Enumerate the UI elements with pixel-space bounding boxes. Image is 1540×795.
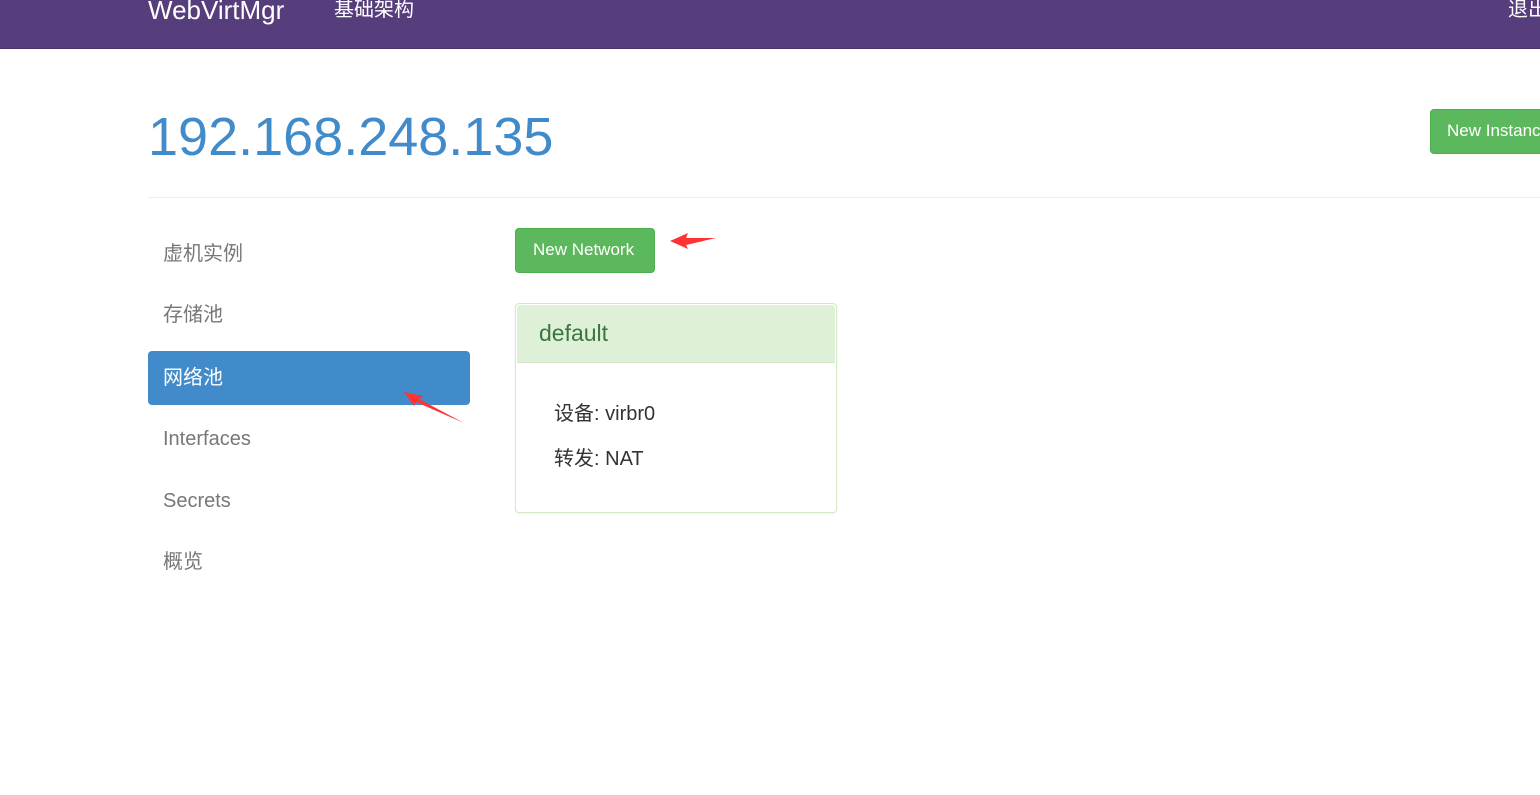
new-network-button[interactable]: New Network — [515, 228, 655, 273]
network-name-link[interactable]: default — [539, 319, 608, 347]
sidebar-item-instances[interactable]: 虚机实例 — [148, 227, 470, 281]
sidebar-item-storage-pools[interactable]: 存储池 — [148, 288, 470, 342]
brand-logo[interactable]: WebVirtMgr — [148, 0, 284, 27]
arrow-to-new-network-icon — [670, 233, 716, 249]
network-forward-row: 转发: NAT — [554, 446, 644, 472]
network-card-default: default 设备: virbr0 转发: NAT — [515, 303, 837, 513]
new-instance-button[interactable]: New Instance — [1430, 109, 1540, 154]
forward-value: NAT — [605, 448, 644, 470]
top-navbar: WebVirtMgr 基础架构 退出 — [0, 0, 1540, 49]
page-title: 192.168.248.135 — [148, 107, 554, 167]
sidebar-item-interfaces[interactable]: Interfaces — [148, 412, 470, 466]
header-divider — [148, 197, 1540, 198]
network-device-row: 设备: virbr0 — [554, 401, 655, 427]
network-card-heading: default — [517, 305, 835, 363]
forward-label: 转发: — [554, 448, 600, 470]
device-label: 设备: — [554, 403, 600, 425]
nav-infrastructure-link[interactable]: 基础架构 — [334, 0, 414, 25]
logout-link[interactable]: 退出 — [1508, 0, 1540, 25]
sidebar-item-secrets[interactable]: Secrets — [148, 474, 470, 528]
sidebar-item-overview[interactable]: 概览 — [148, 535, 470, 589]
device-value: virbr0 — [605, 403, 656, 425]
sidebar-item-network-pools[interactable]: 网络池 — [148, 351, 470, 405]
